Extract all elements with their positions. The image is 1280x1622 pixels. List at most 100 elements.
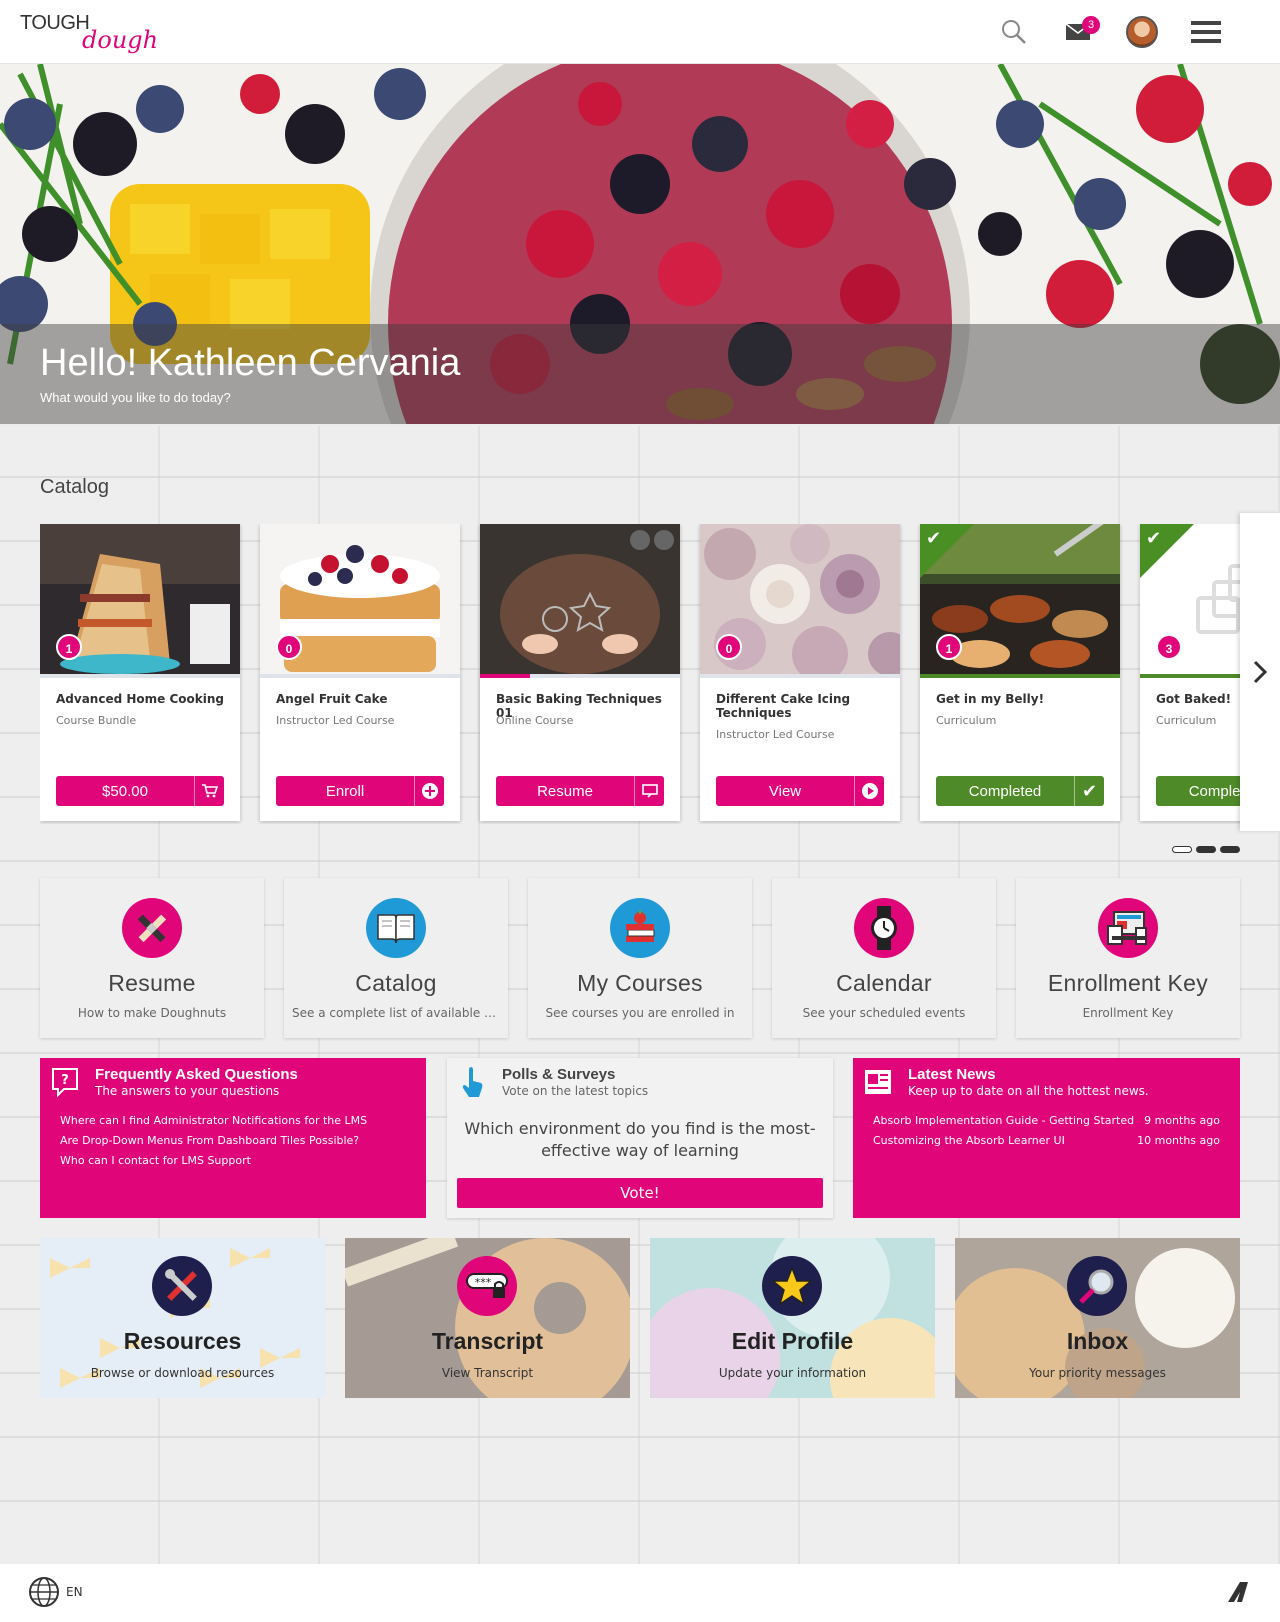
course-card[interactable]: 0 Angel Fruit Cake Instructor Led Course… xyxy=(260,524,460,821)
course-type: Instructor Led Course xyxy=(716,728,835,741)
course-progress-bar xyxy=(920,674,1120,678)
tile-my-courses[interactable]: My Courses See courses you are enrolled … xyxy=(528,878,752,1038)
chevron-right-icon xyxy=(1253,660,1268,684)
tile-title: My Courses xyxy=(577,970,703,996)
magnifier-icon xyxy=(1067,1256,1127,1316)
news-item-link[interactable]: Customizing the Absorb Learner UI xyxy=(873,1134,1065,1147)
tile-enrollment-key[interactable]: Enrollment Key Enrollment Key xyxy=(1016,878,1240,1038)
tile-resume[interactable]: Resume How to make Doughnuts xyxy=(40,878,264,1038)
course-card[interactable]: 1 Advanced Home Cooking Course Bundle $5… xyxy=(40,524,240,821)
tile-subtitle: Your priority messages xyxy=(1029,1366,1166,1380)
course-button-label: $50.00 xyxy=(102,782,148,800)
course-progress-bar xyxy=(700,674,900,678)
user-menu-button[interactable] xyxy=(1124,14,1160,50)
logo-text-top: TOUGH xyxy=(20,12,90,34)
hand-pointer-icon xyxy=(462,1067,483,1097)
top-header: TOUGH dough 3 xyxy=(0,0,1280,64)
catalog-carousel: 1 Advanced Home Cooking Course Bundle $5… xyxy=(40,524,1280,824)
completed-button[interactable]: Completed ✔ xyxy=(936,776,1104,806)
tile-edit-profile[interactable]: Edit Profile Update your information xyxy=(650,1238,935,1398)
tile-title: Inbox xyxy=(1066,1328,1129,1354)
course-count-badge: 3 xyxy=(1156,634,1182,660)
faq-link[interactable]: Where can I find Administrator Notificat… xyxy=(60,1114,367,1127)
course-button-label: Enroll xyxy=(325,782,365,800)
tile-catalog[interactable]: Catalog See a complete list of available… xyxy=(284,878,508,1038)
course-price-button[interactable]: $50.00 xyxy=(56,776,224,806)
view-button[interactable]: View xyxy=(716,776,884,806)
course-type: Curriculum xyxy=(1156,714,1217,727)
tile-subtitle: See courses you are enrolled in xyxy=(545,1006,735,1020)
newspaper-icon xyxy=(865,1070,891,1094)
course-button-label: Completed xyxy=(968,782,1042,800)
news-item-time: 10 months ago xyxy=(1137,1134,1220,1147)
globe-icon xyxy=(29,1577,59,1607)
logo-text-bottom: dough xyxy=(82,26,159,54)
tile-subtitle: How to make Doughnuts xyxy=(77,1006,227,1020)
carousel-page-dot[interactable] xyxy=(1220,846,1240,853)
language-selector[interactable]: EN xyxy=(28,1576,83,1608)
hero-subtitle: What would you like to do today? xyxy=(40,390,231,405)
news-panel: Latest News Keep up to date on all the h… xyxy=(853,1058,1240,1218)
watch-icon xyxy=(854,898,914,958)
enroll-button[interactable]: Enroll xyxy=(276,776,444,806)
course-progress-bar xyxy=(40,674,240,678)
pencil-ruler-icon xyxy=(122,898,182,958)
course-count-badge: 0 xyxy=(276,634,302,660)
menu-button[interactable] xyxy=(1188,14,1224,50)
menu-icon xyxy=(1191,21,1221,43)
course-button-label: Resume xyxy=(537,782,593,800)
tile-resources[interactable]: Resources Browse or download resources xyxy=(40,1238,325,1398)
tile-title: Transcript xyxy=(431,1328,544,1354)
vote-button[interactable]: Vote! xyxy=(457,1178,823,1208)
news-item-link[interactable]: Absorb Implementation Guide - Getting St… xyxy=(873,1114,1134,1127)
tile-transcript[interactable]: *** Transcript View Transcript xyxy=(345,1238,630,1398)
carousel-page-dot[interactable] xyxy=(1196,846,1216,853)
hero-banner: Hello! Kathleen Cervania What would you … xyxy=(0,64,1280,424)
avatar xyxy=(1126,16,1158,48)
faq-panel: ? Frequently Asked Questions The answers… xyxy=(40,1058,426,1218)
check-icon: ✔ xyxy=(1146,528,1162,549)
password-lock-icon: *** xyxy=(457,1256,517,1316)
resume-button[interactable]: Resume xyxy=(496,776,664,806)
resume-icon xyxy=(634,776,664,806)
check-icon: ✔ xyxy=(1074,776,1104,806)
course-card[interactable]: ✔ 1 Get in my Belly! Curriculum Complete… xyxy=(920,524,1120,821)
faq-link[interactable]: Who can I contact for LMS Support xyxy=(60,1154,251,1167)
catalog-section-title: Catalog xyxy=(40,476,109,498)
course-button-label: View xyxy=(768,782,802,800)
mail-count-badge: 3 xyxy=(1082,16,1100,34)
course-card[interactable]: 0 Different Cake Icing Techniques Instru… xyxy=(700,524,900,821)
logo[interactable]: TOUGH dough xyxy=(20,10,170,56)
tile-title: Edit Profile xyxy=(731,1328,854,1354)
tile-calendar[interactable]: Calendar See your scheduled events xyxy=(772,878,996,1038)
tile-title: Resources xyxy=(123,1328,242,1354)
course-title: Angel Fruit Cake xyxy=(276,692,388,706)
carousel-next-button[interactable] xyxy=(1240,513,1280,831)
tile-title: Enrollment Key xyxy=(1047,970,1209,996)
check-icon: ✔ xyxy=(926,528,942,549)
course-title: Get in my Belly! xyxy=(936,692,1045,706)
course-progress-bar xyxy=(260,674,460,678)
news-item-time: 9 months ago xyxy=(1144,1114,1220,1127)
tile-subtitle: Enrollment Key xyxy=(1082,1006,1174,1020)
play-circle-icon xyxy=(854,776,884,806)
course-title: Different Cake Icing Techniques xyxy=(716,692,851,720)
devices-icon xyxy=(1098,898,1158,958)
book-icon xyxy=(366,898,426,958)
search-icon[interactable] xyxy=(996,14,1032,50)
course-image xyxy=(480,524,680,678)
tile-title: Calendar xyxy=(836,970,932,996)
mail-button[interactable]: 3 xyxy=(1060,14,1100,50)
tile-title: Resume xyxy=(108,970,196,996)
course-card[interactable]: Basic Baking Techniques 01 Online Course… xyxy=(480,524,680,821)
course-type: Curriculum xyxy=(936,714,997,727)
carousel-page-dot[interactable] xyxy=(1172,846,1192,853)
course-progress-fill xyxy=(920,674,1120,678)
tile-subtitle: See a complete list of available co... xyxy=(292,1006,500,1020)
tile-inbox[interactable]: Inbox Your priority messages xyxy=(955,1238,1240,1398)
faq-link[interactable]: Are Drop-Down Menus From Dashboard Tiles… xyxy=(60,1134,359,1147)
news-subtitle: Keep up to date on all the hottest news. xyxy=(908,1084,1149,1098)
tile-subtitle: View Transcript xyxy=(441,1366,534,1380)
course-progress-fill xyxy=(480,674,530,678)
tile-subtitle: Browse or download resources xyxy=(90,1366,275,1380)
